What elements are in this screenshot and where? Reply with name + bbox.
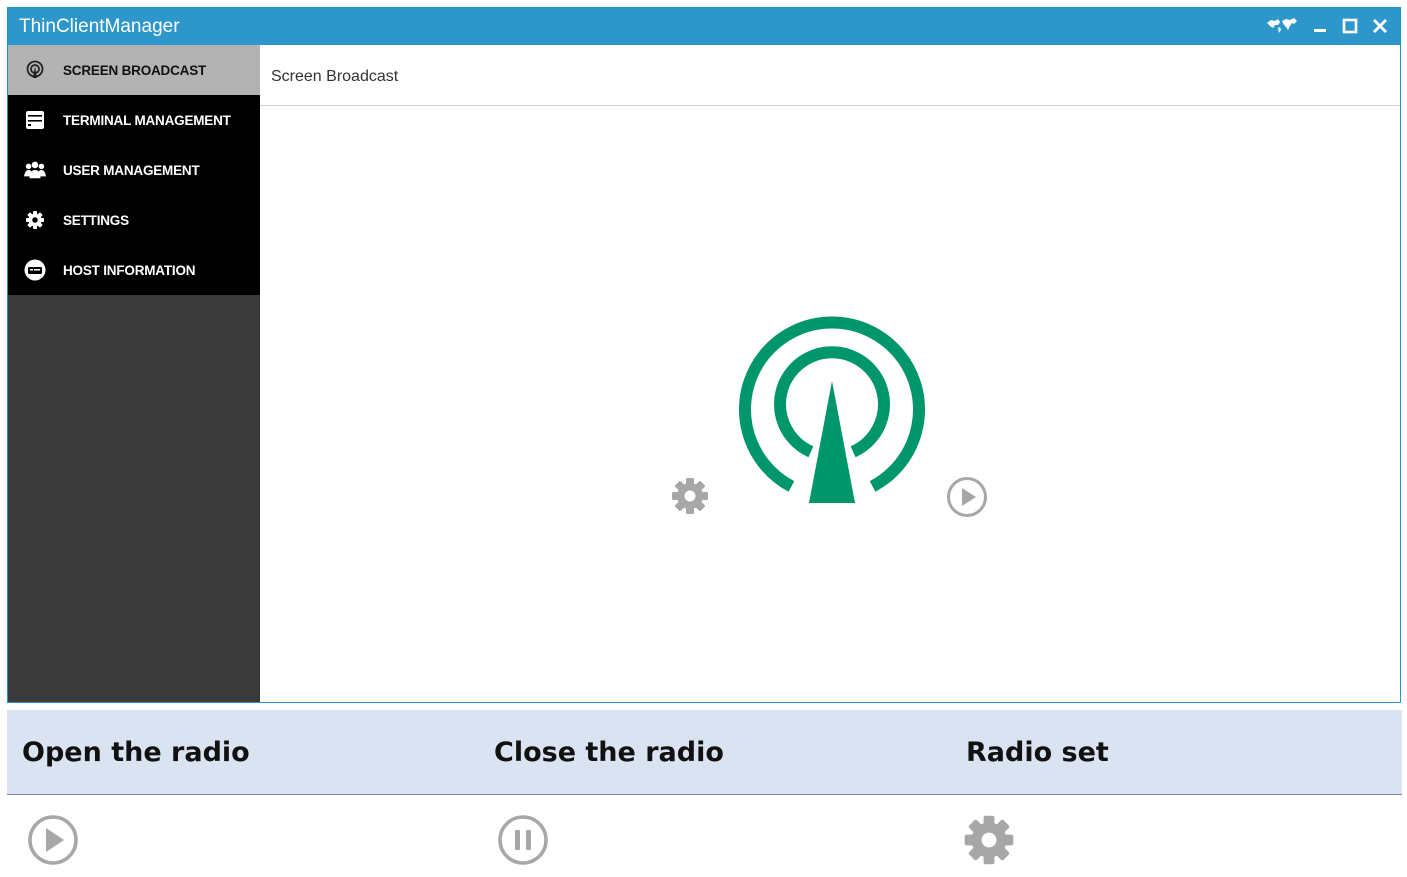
app-window: ThinClientManager SCREEN BROADCAST TERMI… bbox=[7, 7, 1401, 703]
broadcast-play-button[interactable] bbox=[946, 476, 988, 523]
host-info-icon bbox=[24, 259, 46, 281]
legend-table-row bbox=[7, 795, 1402, 877]
server-icon bbox=[24, 109, 46, 131]
close-icon[interactable] bbox=[1372, 18, 1388, 34]
users-icon bbox=[24, 159, 46, 181]
network-status-icon[interactable] bbox=[1266, 17, 1298, 35]
gear-icon bbox=[962, 813, 1016, 872]
broadcast-icon bbox=[24, 59, 46, 81]
gear-icon bbox=[24, 209, 46, 231]
play-icon bbox=[26, 813, 80, 872]
maximize-icon[interactable] bbox=[1342, 18, 1358, 34]
column-title-radio-set: Radio set bbox=[966, 737, 1109, 768]
main-content: Screen Broadcast bbox=[260, 45, 1400, 702]
sidebar-item-label: SETTINGS bbox=[63, 212, 129, 228]
page-title: Screen Broadcast bbox=[271, 68, 399, 85]
sidebar-item-screen-broadcast[interactable]: SCREEN BROADCAST bbox=[8, 45, 260, 95]
sidebar-item-label: HOST INFORMATION bbox=[63, 262, 196, 278]
minimize-icon[interactable] bbox=[1312, 18, 1328, 34]
content-header: Screen Broadcast bbox=[260, 45, 1400, 106]
broadcast-settings-button[interactable] bbox=[670, 476, 710, 521]
app-title: ThinClientManager bbox=[19, 16, 180, 37]
column-title-close-radio: Close the radio bbox=[494, 737, 724, 768]
legend-table-header: Open the radio Close the radio Radio set bbox=[7, 710, 1402, 795]
sidebar: SCREEN BROADCAST TERMINAL MANAGEMENT USE… bbox=[8, 45, 260, 702]
pause-icon bbox=[496, 813, 550, 872]
broadcast-antenna-icon bbox=[737, 303, 927, 518]
gear-icon bbox=[670, 478, 710, 520]
play-icon bbox=[946, 477, 988, 522]
sidebar-item-label: TERMINAL MANAGEMENT bbox=[63, 112, 231, 128]
sidebar-item-label: SCREEN BROADCAST bbox=[63, 62, 207, 78]
sidebar-item-host-information[interactable]: HOST INFORMATION bbox=[8, 245, 260, 295]
legend-table: Open the radio Close the radio Radio set bbox=[7, 710, 1402, 877]
sidebar-item-settings[interactable]: SETTINGS bbox=[8, 195, 260, 245]
column-title-open-radio: Open the radio bbox=[22, 737, 250, 768]
sidebar-item-user-management[interactable]: USER MANAGEMENT bbox=[8, 145, 260, 195]
sidebar-item-label: USER MANAGEMENT bbox=[63, 162, 200, 178]
sidebar-item-terminal-management[interactable]: TERMINAL MANAGEMENT bbox=[8, 95, 260, 145]
title-bar[interactable]: ThinClientManager bbox=[8, 8, 1400, 45]
window-controls bbox=[1266, 14, 1388, 38]
